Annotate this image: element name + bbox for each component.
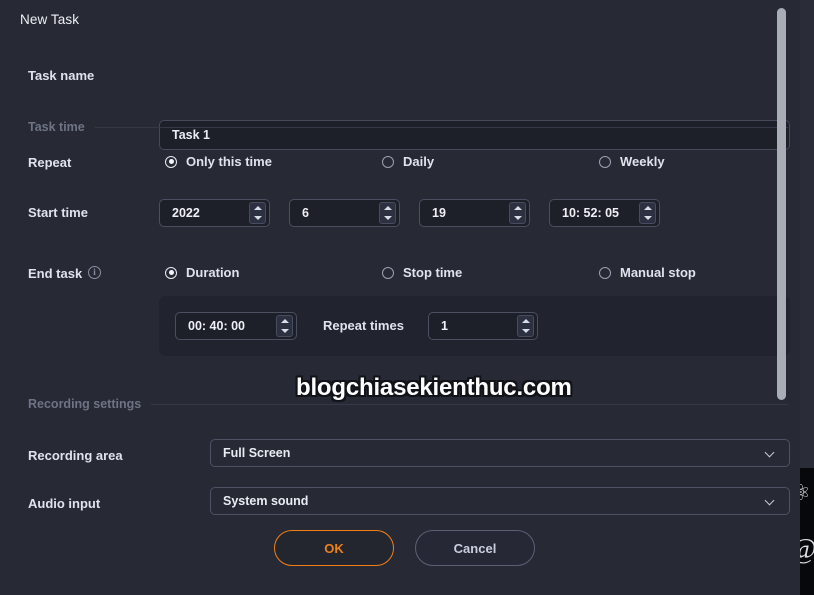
ok-button[interactable]: OK xyxy=(274,530,394,566)
radio-label: Weekly xyxy=(620,154,665,169)
section-divider xyxy=(94,126,788,128)
triangle-down-icon[interactable] xyxy=(643,216,652,220)
task-name-row: Task name Task 1 xyxy=(0,60,800,150)
radio-dot-icon xyxy=(165,155,177,168)
triangle-up-icon[interactable] xyxy=(280,319,289,323)
start-time-day-stepper[interactable]: 19 xyxy=(419,199,530,227)
duration-settings-panel: 00: 40: 00 Repeat times 1 xyxy=(159,296,790,356)
radio-label: Daily xyxy=(403,154,435,169)
triangle-up-icon[interactable] xyxy=(513,206,522,210)
triangle-down-icon[interactable] xyxy=(383,216,392,220)
recording-area-value: Full Screen xyxy=(223,446,291,460)
triangle-down-icon[interactable] xyxy=(521,329,530,333)
chevron-down-icon[interactable] xyxy=(766,497,775,506)
start-time-label: Start time xyxy=(28,205,88,220)
triangle-up-icon[interactable] xyxy=(383,206,392,210)
radio-label: Only this time xyxy=(186,154,272,169)
stepper-arrows[interactable] xyxy=(517,315,534,337)
task-name-label: Task name xyxy=(28,68,95,83)
vertical-scrollbar-thumb[interactable] xyxy=(777,8,786,400)
recording-settings-section-label: Recording settings xyxy=(28,397,142,411)
triangle-up-icon[interactable] xyxy=(643,206,652,210)
clipped-glyph: @ xyxy=(800,534,814,566)
triangle-down-icon[interactable] xyxy=(513,216,522,220)
start-time-year-stepper[interactable]: 2022 xyxy=(159,199,270,227)
stepper-value: 6 xyxy=(302,206,309,220)
radio-dot-icon xyxy=(599,155,611,168)
radio-end-manual-stop[interactable]: Manual stop xyxy=(599,265,696,280)
radio-end-duration[interactable]: Duration xyxy=(165,265,239,280)
radio-repeat-weekly[interactable]: Weekly xyxy=(599,154,665,169)
end-task-label: End task xyxy=(28,266,83,281)
repeat-row: Repeat Only this time Daily Weekly xyxy=(0,150,800,180)
repeat-times-label: Repeat times xyxy=(323,318,404,333)
recording-area-select[interactable]: Full Screen xyxy=(210,439,790,467)
radio-end-stop-time[interactable]: Stop time xyxy=(382,265,462,280)
triangle-up-icon[interactable] xyxy=(253,206,262,210)
radio-label: Manual stop xyxy=(620,265,696,280)
stepper-value: 2022 xyxy=(172,206,200,220)
radio-dot-icon xyxy=(165,266,177,279)
radio-dot-icon xyxy=(382,155,394,168)
dialog-title: New Task xyxy=(20,12,80,27)
radio-dot-icon xyxy=(382,266,394,279)
stepper-arrows[interactable] xyxy=(639,202,656,224)
radio-dot-icon xyxy=(599,266,611,279)
new-task-dialog: New Task Task name Task 1 Task time Repe… xyxy=(0,0,800,595)
stepper-arrows[interactable] xyxy=(276,315,293,337)
clipped-glyph: ⚛ xyxy=(800,480,811,505)
triangle-down-icon[interactable] xyxy=(253,216,262,220)
start-time-row: Start time xyxy=(0,199,800,229)
end-task-row: End task i Duration Stop time Manual sto… xyxy=(0,262,800,292)
stepper-value: 10: 52: 05 xyxy=(562,206,619,220)
background-window-dark-panel: ⚛ @ xyxy=(800,468,814,595)
repeat-times-stepper[interactable]: 1 xyxy=(428,312,538,340)
radio-repeat-only-this-time[interactable]: Only this time xyxy=(165,154,272,169)
background-window-edge: ⚛ @ xyxy=(800,0,814,595)
info-icon[interactable]: i xyxy=(88,266,101,279)
stepper-arrows[interactable] xyxy=(509,202,526,224)
audio-input-select[interactable]: System sound xyxy=(210,487,790,515)
section-divider xyxy=(151,403,788,405)
radio-repeat-daily[interactable]: Daily xyxy=(382,154,434,169)
stepper-arrows[interactable] xyxy=(249,202,266,224)
start-time-month-stepper[interactable]: 6 xyxy=(289,199,400,227)
radio-label: Stop time xyxy=(403,265,463,280)
radio-label: Duration xyxy=(186,265,240,280)
cancel-button[interactable]: Cancel xyxy=(415,530,535,566)
duration-stepper[interactable]: 00: 40: 00 xyxy=(175,312,297,340)
recording-area-label: Recording area xyxy=(28,448,123,463)
audio-input-label: Audio input xyxy=(28,496,101,511)
task-time-section-label: Task time xyxy=(28,120,85,134)
triangle-down-icon[interactable] xyxy=(280,329,289,333)
triangle-up-icon[interactable] xyxy=(521,319,530,323)
stepper-value: 00: 40: 00 xyxy=(188,319,245,333)
stepper-value: 19 xyxy=(432,206,446,220)
stepper-arrows[interactable] xyxy=(379,202,396,224)
task-time-section-header: Task time xyxy=(28,120,788,134)
recording-settings-section-header: Recording settings xyxy=(28,397,788,411)
vertical-scrollbar-track[interactable] xyxy=(777,0,786,595)
stepper-value: 1 xyxy=(441,319,448,333)
chevron-down-icon[interactable] xyxy=(766,449,775,458)
start-time-clock-stepper[interactable]: 10: 52: 05 xyxy=(549,199,660,227)
audio-input-value: System sound xyxy=(223,494,309,508)
repeat-label: Repeat xyxy=(28,155,72,170)
